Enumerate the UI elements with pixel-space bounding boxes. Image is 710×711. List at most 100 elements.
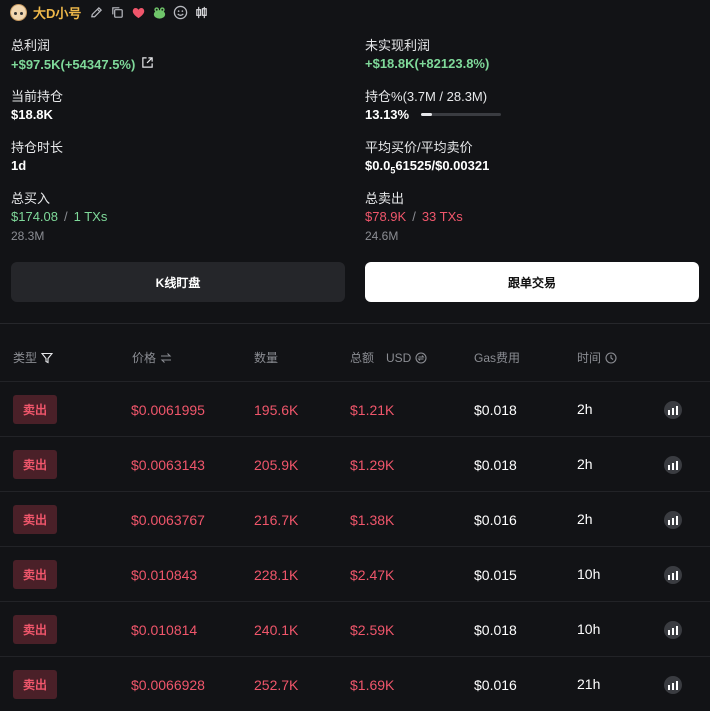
column-total[interactable]: 总额 USD (350, 349, 427, 366)
column-price-label: 价格 (132, 351, 157, 365)
avg-price-label: 平均买价/平均卖价 (365, 140, 473, 155)
total-profit-label: 总利润 (11, 38, 51, 53)
trade-total: $2.47K (350, 567, 395, 583)
trade-amount: 252.7K (254, 677, 299, 693)
table-row[interactable]: 卖出 $0.0063143 205.9K $1.29K $0.018 2h (0, 436, 710, 491)
trade-type-badge: 卖出 (13, 395, 57, 424)
column-type[interactable]: 类型 (13, 349, 54, 366)
currency-toggle-icon[interactable] (415, 351, 427, 364)
holding-pct-value: 13.13% (365, 107, 410, 122)
total-buy-quantity: 28.3M (11, 229, 45, 243)
column-amount: 数量 (254, 349, 278, 366)
table-row[interactable]: 卖出 $0.010843 228.1K $2.47K $0.015 10h (0, 546, 710, 601)
kline-watch-button[interactable]: K线盯盘 (11, 262, 345, 302)
holding-value: $18.8K (11, 107, 53, 122)
total-sell-amount: $78.9K (365, 209, 407, 224)
heart-icon[interactable] (131, 5, 146, 20)
avatar[interactable] (10, 3, 27, 21)
edit-icon[interactable] (89, 5, 104, 20)
clock-icon[interactable] (605, 351, 617, 364)
trade-total: $1.38K (350, 512, 395, 528)
trade-time: 2h (577, 401, 593, 417)
holding-stat: 当前持仓 $18.8K (11, 86, 63, 122)
column-time-label: 时间 (577, 351, 602, 365)
trade-gas: $0.016 (474, 512, 517, 528)
trend-chart-icon[interactable] (663, 565, 683, 585)
frog-icon (152, 5, 167, 20)
candlestick-icon (194, 5, 209, 20)
avg-price-rest: 61525/$0.00321 (395, 158, 490, 173)
holding-pct-label: 持仓% (365, 89, 403, 104)
trade-gas: $0.016 (474, 677, 517, 693)
table-row[interactable]: 卖出 $0.0066928 252.7K $1.69K $0.016 21h (0, 656, 710, 711)
trade-amount: 240.1K (254, 622, 299, 638)
trend-chart-icon[interactable] (663, 455, 683, 475)
wallet-detail-page: 大D小号 总利润 +$97.5K(+54347.5%) 未实现利润 +$18.8… (0, 0, 710, 711)
hold-duration-label: 持仓时长 (11, 140, 64, 155)
filter-icon[interactable] (41, 352, 54, 364)
trade-time: 2h (577, 456, 593, 472)
column-price[interactable]: 价格 (132, 349, 172, 366)
hold-duration-value: 1d (11, 158, 27, 173)
holding-pct-detail: (3.7M / 28.3M) (402, 89, 488, 104)
wallet-username: 大D小号 (33, 5, 82, 21)
wallet-header: 大D小号 (10, 2, 209, 22)
total-sell-quantity: 24.6M (365, 229, 399, 243)
column-time[interactable]: 时间 (577, 349, 617, 366)
trade-total: $1.29K (350, 457, 395, 473)
trade-type-badge: 卖出 (13, 560, 57, 589)
trend-chart-icon[interactable] (663, 510, 683, 530)
trade-gas: $0.018 (474, 457, 517, 473)
trade-amount: 216.7K (254, 512, 299, 528)
external-link-icon[interactable] (141, 56, 154, 72)
trade-amount: 228.1K (254, 567, 299, 583)
trade-time: 10h (577, 621, 601, 637)
trade-amount: 195.6K (254, 402, 299, 418)
trade-price: $0.0066928 (131, 677, 205, 693)
copy-trade-button[interactable]: 跟单交易 (365, 262, 699, 302)
trade-type-badge: 卖出 (13, 670, 57, 699)
avg-price-stat: 平均买价/平均卖价 $0.0561525/$0.00321 (365, 137, 489, 176)
trade-gas: $0.018 (474, 622, 517, 638)
total-buy-stat: 总买入 $174.08 / 1 TXs 28.3M (11, 188, 107, 243)
trade-price: $0.010843 (131, 567, 198, 583)
total-buy-separator: / (64, 209, 68, 224)
trade-price: $0.010814 (131, 622, 198, 638)
trend-chart-icon[interactable] (663, 400, 683, 420)
table-row[interactable]: 卖出 $0.0063767 216.7K $1.38K $0.016 2h (0, 491, 710, 546)
trade-price: $0.0061995 (131, 402, 205, 418)
total-sell-label: 总卖出 (365, 191, 405, 206)
trade-type-badge: 卖出 (13, 615, 57, 644)
total-sell-stat: 总卖出 $78.9K / 33 TXs 24.6M (365, 188, 463, 243)
holding-pct-progress-fill (421, 113, 432, 116)
swap-icon[interactable] (160, 352, 172, 364)
column-type-label: 类型 (13, 351, 38, 365)
trade-price: $0.0063143 (131, 457, 205, 473)
trade-total: $2.59K (350, 622, 395, 638)
section-divider (0, 323, 710, 324)
holding-pct-progress (421, 113, 502, 116)
trade-gas: $0.018 (474, 402, 517, 418)
trade-type-badge: 卖出 (13, 505, 57, 534)
unrealized-profit-value: +$18.8K(+82123.8%) (365, 56, 490, 71)
total-profit-stat: 总利润 +$97.5K(+54347.5%) (11, 35, 154, 72)
unrealized-profit-stat: 未实现利润 +$18.8K(+82123.8%) (365, 35, 489, 71)
copy-icon[interactable] (110, 5, 125, 20)
trend-chart-icon[interactable] (663, 620, 683, 640)
trade-total: $1.21K (350, 402, 395, 418)
trades-table-header: 类型 价格 数量 总额 USD Gas费用 时间 (0, 345, 710, 367)
trade-type-badge: 卖出 (13, 450, 57, 479)
table-row[interactable]: 卖出 $0.0061995 195.6K $1.21K $0.018 2h (0, 381, 710, 436)
column-gas-label: Gas费用 (474, 351, 521, 365)
trade-total: $1.69K (350, 677, 395, 693)
trend-chart-icon[interactable] (663, 675, 683, 695)
holding-label: 当前持仓 (11, 89, 64, 104)
total-buy-amount: $174.08 (11, 209, 58, 224)
trade-price: $0.0063767 (131, 512, 205, 528)
trade-time: 2h (577, 511, 593, 527)
total-buy-txs: 1 TXs (73, 209, 108, 224)
trade-time: 10h (577, 566, 601, 582)
total-sell-separator: / (412, 209, 416, 224)
table-row[interactable]: 卖出 $0.010814 240.1K $2.59K $0.018 10h (0, 601, 710, 656)
avg-price-value: $0.0561525/$0.00321 (365, 158, 489, 176)
